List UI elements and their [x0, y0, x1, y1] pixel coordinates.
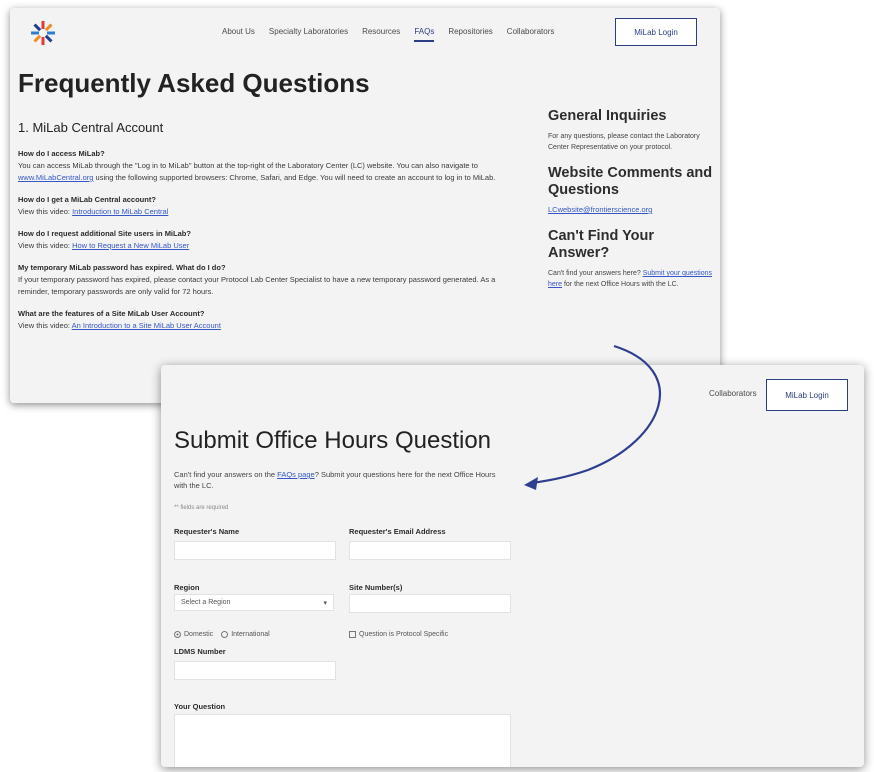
faq-answer-text: You can access MiLab through the "Log in…: [18, 161, 478, 170]
nav-about-us[interactable]: About Us: [222, 27, 255, 42]
sidebar: General Inquiries For any questions, ple…: [548, 108, 713, 302]
faq-answer: View this video: How to Request a New Mi…: [18, 240, 528, 252]
protocol-specific-checkbox[interactable]: [349, 631, 356, 638]
video-link[interactable]: An Introduction to a Site MiLab User Acc…: [72, 321, 221, 330]
domestic-label: Domestic: [184, 631, 214, 638]
cant-find-text: for the next Office Hours with the LC.: [562, 281, 679, 288]
international-radio[interactable]: [221, 631, 229, 638]
email-field[interactable]: [349, 541, 511, 560]
faq-answer: You can access MiLab through the "Log in…: [18, 160, 528, 184]
faq-list: How do I access MiLab? You can access Mi…: [18, 148, 528, 342]
cant-find-answer-text: Can't find your answers here? Submit you…: [548, 268, 713, 290]
intro-text-part: Can't find your answers on the: [174, 470, 278, 479]
faq-question: How do I request additional Site users i…: [18, 229, 191, 238]
faq-page-screenshot: About Us Specialty Laboratories Resource…: [10, 8, 720, 403]
faq-answer-text: View this video:: [18, 321, 72, 330]
nav-specialty-laboratories[interactable]: Specialty Laboratories: [269, 27, 348, 42]
faq-answer: View this video: Introduction to MiLab C…: [18, 206, 528, 218]
name-field[interactable]: [174, 541, 336, 560]
nav-faqs[interactable]: FAQs: [414, 27, 435, 42]
faq-item: My temporary MiLab password has expired.…: [18, 262, 528, 298]
website-comments-heading: Website Comments and Questions: [548, 165, 713, 198]
name-label: Requester's Name: [174, 527, 240, 536]
faq-question: How do I get a MiLab Central account?: [18, 195, 156, 204]
general-inquiries-text: For any questions, please contact the La…: [548, 133, 700, 151]
faq-question: My temporary MiLab password has expired.…: [18, 263, 226, 272]
milab-login-button[interactable]: MiLab Login: [615, 18, 697, 46]
region-select-value: Select a Region: [181, 599, 231, 606]
lc-website-email-link[interactable]: LCwebsite@frontierscience.org: [548, 205, 713, 214]
office-hours-page-screenshot: Collaborators MiLab Login Submit Office …: [161, 365, 864, 767]
faq-answer-text: using the following supported browsers: …: [93, 173, 496, 182]
faq-question: How do I access MiLab?: [18, 149, 105, 158]
protocol-specific-option[interactable]: Question is Protocol Specific: [349, 631, 448, 638]
protocol-specific-label: Question is Protocol Specific: [359, 631, 449, 638]
nav-collaborators[interactable]: Collaborators: [507, 27, 555, 42]
your-question-label: Your Question: [174, 702, 226, 711]
video-link[interactable]: Introduction to MiLab Central: [72, 207, 168, 216]
domestic-radio[interactable]: [174, 631, 181, 638]
faq-item: How do I request additional Site users i…: [18, 228, 528, 252]
faq-item: How do I get a MiLab Central account? Vi…: [18, 194, 528, 218]
faq-question: What are the features of a Site MiLab Us…: [18, 309, 205, 318]
site-logo-icon[interactable]: [30, 20, 56, 46]
faq-item: What are the features of a Site MiLab Us…: [18, 308, 528, 332]
main-nav-partial: Collaborators: [709, 389, 757, 398]
faq-answer: View this video: An Introduction to a Si…: [18, 320, 528, 332]
intro-text: Can't find your answers on the FAQs page…: [174, 469, 509, 491]
faq-answer: If your temporary password has expired, …: [18, 275, 496, 296]
email-label: Requester's Email Address: [349, 527, 446, 536]
cant-find-text: Can't find your answers here?: [548, 270, 643, 277]
video-link[interactable]: How to Request a New MiLab User: [72, 241, 189, 250]
faq-answer-text: View this video:: [18, 241, 73, 250]
nav-resources[interactable]: Resources: [362, 27, 400, 42]
ldms-number-label: LDMS Number: [174, 647, 226, 656]
nav-repositories[interactable]: Repositories: [448, 27, 492, 42]
region-select[interactable]: Select a Region ▾: [174, 594, 334, 611]
region-label: Region: [174, 583, 200, 592]
faq-item: How do I access MiLab? You can access Mi…: [18, 148, 528, 184]
domestic-radio-option[interactable]: Domestic International: [174, 631, 270, 638]
site-number-field[interactable]: [349, 594, 511, 613]
chevron-down-icon: ▾: [323, 599, 327, 607]
site-number-label: Site Number(s): [349, 583, 403, 592]
required-note: ** fields are required: [174, 505, 229, 511]
milab-central-url-link[interactable]: www.MiLabCentral.org: [18, 173, 93, 182]
milab-login-button[interactable]: MiLab Login: [766, 379, 848, 411]
cant-find-answer-heading: Can't Find Your Answer?: [548, 228, 655, 261]
nav-collaborators[interactable]: Collaborators: [709, 389, 757, 398]
section-title: 1. MiLab Central Account: [18, 120, 164, 135]
ldms-number-field[interactable]: [174, 661, 336, 680]
page-title: Frequently Asked Questions: [18, 68, 370, 98]
faq-answer-text: View this video:: [18, 207, 73, 216]
your-question-textarea[interactable]: [174, 714, 511, 767]
main-nav: About Us Specialty Laboratories Resource…: [222, 27, 554, 42]
faqs-page-link[interactable]: FAQs page: [277, 470, 315, 479]
general-inquiries-heading: General Inquiries: [548, 108, 667, 124]
page-title: Submit Office Hours Question: [174, 427, 492, 454]
international-label: International: [231, 631, 270, 638]
